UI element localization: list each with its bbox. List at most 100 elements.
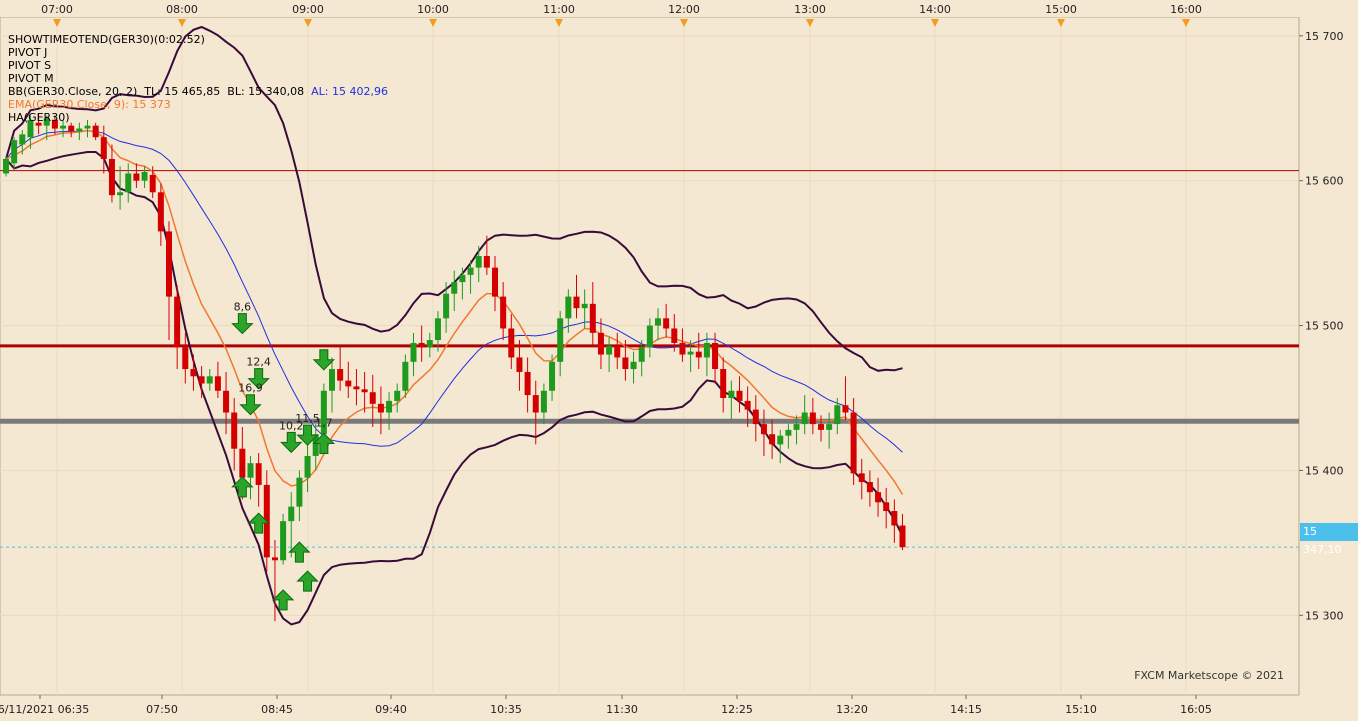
candle-body bbox=[760, 424, 767, 435]
bottom-time-label: 13:20 bbox=[836, 703, 868, 716]
bottom-time-label: 12:25 bbox=[721, 703, 753, 716]
candle-body bbox=[280, 521, 287, 561]
candle-body bbox=[271, 557, 278, 561]
bottom-time-label: 11:30 bbox=[606, 703, 638, 716]
candle-body bbox=[149, 174, 156, 193]
candle-body bbox=[703, 342, 710, 358]
candle-body bbox=[850, 412, 857, 474]
candle-body bbox=[875, 492, 882, 503]
candle-body bbox=[19, 134, 26, 145]
y-tick-label: 15 700 bbox=[1305, 30, 1344, 43]
candle-body bbox=[459, 274, 466, 283]
candle-body bbox=[418, 342, 425, 348]
legend-bb-bl: BL: 15 340,08 bbox=[227, 85, 305, 98]
top-time-label: 09:00 bbox=[292, 3, 324, 16]
candle-body bbox=[247, 463, 254, 478]
candle-body bbox=[777, 435, 784, 445]
candle-body bbox=[899, 525, 906, 548]
legend-bb-prefix: BB(GER30.Close, 20, 2) bbox=[8, 85, 138, 98]
candle-body bbox=[646, 325, 653, 348]
top-time-label: 13:00 bbox=[794, 3, 826, 16]
candle-body bbox=[842, 405, 849, 413]
y-tick-label: 15 300 bbox=[1305, 609, 1344, 622]
candle-body bbox=[565, 296, 572, 319]
candle-body bbox=[549, 361, 556, 391]
candle-body bbox=[687, 351, 694, 355]
candle-body bbox=[622, 357, 629, 370]
candle-body bbox=[288, 506, 295, 522]
bottom-time-label: 09:40 bbox=[375, 703, 407, 716]
candle-body bbox=[630, 361, 637, 370]
signal-label: 8,6 bbox=[234, 301, 252, 314]
candle-body bbox=[500, 296, 507, 329]
candle-body bbox=[597, 332, 604, 355]
bottom-time-label: 15:10 bbox=[1065, 703, 1097, 716]
candle-body bbox=[451, 282, 458, 294]
top-time-label: 08:00 bbox=[166, 3, 198, 16]
bottom-time-label: 16:05 bbox=[1180, 703, 1212, 716]
candle-body bbox=[402, 361, 409, 391]
candle-body bbox=[84, 125, 91, 129]
candle-body bbox=[826, 424, 833, 430]
candle-body bbox=[166, 231, 172, 297]
candle-body bbox=[223, 390, 230, 413]
candle-body bbox=[818, 424, 824, 430]
bottom-time-label: 14:15 bbox=[950, 703, 982, 716]
candle-body bbox=[255, 463, 262, 485]
candle-body bbox=[483, 256, 490, 268]
indicator-legend: SHOWTIMEOTEND(GER30)(0:02:52) PIVOT J PI… bbox=[8, 33, 388, 124]
candle-body bbox=[866, 482, 873, 493]
bottom-time-label: 10:35 bbox=[490, 703, 522, 716]
candle-body bbox=[394, 390, 401, 401]
bottom-time-label: 26/11/2021 06:35 bbox=[0, 703, 89, 716]
candle-body bbox=[141, 172, 148, 181]
candle-body bbox=[532, 395, 539, 413]
top-time-label: 07:00 bbox=[41, 3, 73, 16]
top-time-label: 10:00 bbox=[417, 3, 449, 16]
candle-body bbox=[752, 409, 759, 425]
legend-ha: HA(GER30) bbox=[8, 111, 70, 124]
candle-body bbox=[190, 369, 197, 377]
candle-body bbox=[133, 173, 140, 181]
candle-body bbox=[125, 173, 132, 193]
candle-body bbox=[361, 389, 368, 393]
candle-body bbox=[157, 192, 164, 232]
legend-pivot-s: PIVOT S bbox=[8, 59, 52, 72]
candle-body bbox=[353, 386, 360, 390]
y-tick-label: 15 500 bbox=[1305, 320, 1344, 333]
y-tick-label: 15 600 bbox=[1305, 175, 1344, 188]
legend-showtime: SHOWTIMEOTEND(GER30)(0:02:52) bbox=[8, 33, 205, 46]
candle-body bbox=[785, 429, 792, 436]
candle-body bbox=[434, 318, 441, 341]
legend-pivot-j: PIVOT J bbox=[8, 46, 48, 59]
candle-body bbox=[581, 303, 588, 309]
candle-body bbox=[663, 318, 670, 329]
candle-body bbox=[858, 473, 865, 483]
candle-body bbox=[712, 342, 719, 370]
signal-label: 1,7 bbox=[315, 416, 333, 429]
candle-body bbox=[304, 455, 311, 478]
y-tick-label: 15 400 bbox=[1305, 464, 1344, 477]
candle-body bbox=[410, 342, 417, 362]
candle-body bbox=[239, 448, 246, 478]
candle-body bbox=[76, 128, 83, 132]
candle-body bbox=[329, 369, 335, 391]
candle-body bbox=[516, 357, 523, 372]
candle-body bbox=[557, 318, 564, 362]
candle-body bbox=[206, 376, 213, 384]
top-time-label: 12:00 bbox=[668, 3, 700, 16]
candle-body bbox=[736, 390, 743, 401]
candle-body bbox=[68, 125, 75, 132]
current-price-label: 15 347,10 bbox=[1300, 523, 1358, 556]
candle-body bbox=[337, 369, 344, 381]
candle-body bbox=[345, 380, 352, 387]
candle-body bbox=[492, 267, 498, 297]
candle-body bbox=[508, 328, 515, 358]
candle-body bbox=[100, 137, 107, 159]
candle-body bbox=[655, 318, 661, 326]
candle-body bbox=[671, 328, 678, 343]
candle-body bbox=[231, 412, 238, 449]
candle-body bbox=[60, 125, 67, 129]
legend-bb-al: AL: 15 402,96 bbox=[311, 85, 388, 98]
candle-body bbox=[679, 342, 686, 355]
